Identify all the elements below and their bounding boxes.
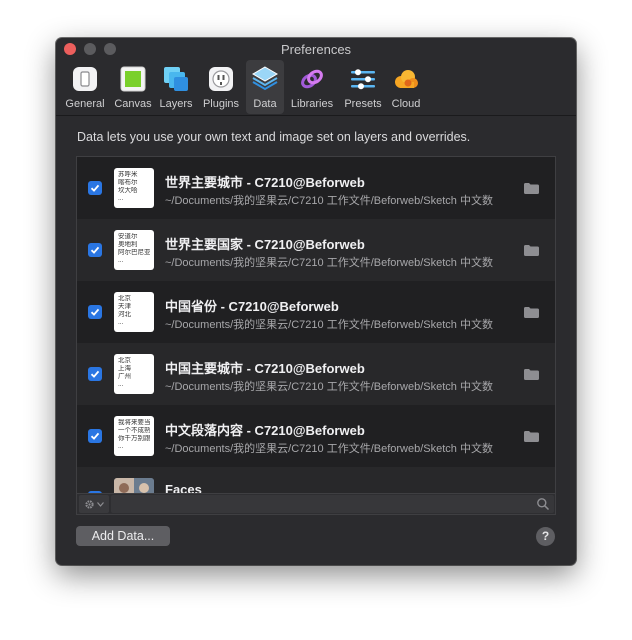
data-thumbnail: 苏呼米 喀布尔 坎大哈...: [114, 168, 154, 208]
canvas-icon: [118, 64, 148, 94]
tab-layers[interactable]: Layers: [156, 60, 196, 114]
libraries-icon: [297, 64, 327, 94]
gear-menu-button[interactable]: [79, 495, 109, 513]
checkmark-icon: [90, 308, 100, 316]
data-source-title: 世界主要国家 - C7210@Beforweb: [165, 237, 365, 252]
enabled-checkbox[interactable]: [88, 243, 102, 257]
tab-presets[interactable]: Presets: [340, 60, 386, 114]
data-source-title: 中文段落内容 - C7210@Beforweb: [165, 423, 365, 438]
data-source-row[interactable]: 我将来要当 一个不成熟 你千万别跟... 中文段落内容 - C7210@Beforw…: [77, 405, 555, 467]
data-source-title: 世界主要城市 - C7210@Beforweb: [165, 175, 365, 190]
data-source-path: ~/Documents/我的坚果云/C7210 工作文件/Beforweb/Sk…: [165, 257, 493, 269]
tab-libraries[interactable]: Libraries: [286, 60, 338, 114]
data-source-path: ~/Documents/我的坚果云/C7210 工作文件/Beforweb/Sk…: [165, 381, 493, 393]
checkmark-icon: [90, 184, 100, 192]
title-bar: Preferences: [56, 38, 576, 58]
data-source-title: 中国省份 - C7210@Beforweb: [165, 299, 339, 314]
data-description: Data lets you use your own text and imag…: [77, 130, 471, 144]
data-source-title: 中国主要城市 - C7210@Beforweb: [165, 361, 365, 376]
add-data-button[interactable]: Add Data...: [76, 526, 170, 546]
search-icon: [537, 498, 550, 511]
tab-canvas[interactable]: Canvas: [110, 60, 156, 114]
folder-icon[interactable]: [524, 245, 539, 256]
tab-data[interactable]: Data: [246, 60, 284, 114]
general-icon: [70, 64, 100, 94]
cloud-icon: [391, 64, 421, 94]
enabled-checkbox[interactable]: [88, 429, 102, 443]
tab-label: Plugins: [202, 98, 240, 110]
layers-icon: [161, 64, 191, 94]
tab-cloud[interactable]: Cloud: [386, 60, 426, 114]
gear-icon: [85, 499, 94, 509]
tab-plugins[interactable]: Plugins: [196, 60, 246, 114]
data-source-row[interactable]: 安道尔 奥地利 阿尔巴尼亚... 世界主要国家 - C7210@Beforweb ~…: [77, 219, 555, 281]
search-field[interactable]: [111, 495, 554, 513]
enabled-checkbox[interactable]: [88, 305, 102, 319]
tab-label: Libraries: [290, 98, 334, 110]
window-title: Preferences: [280, 42, 352, 57]
data-source-path: ~/Documents/我的坚果云/C7210 工作文件/Beforweb/Sk…: [165, 195, 493, 207]
checkmark-icon: [90, 246, 100, 254]
checkmark-icon: [90, 370, 100, 378]
tab-label: Presets: [344, 98, 382, 110]
data-thumbnail: 北京 上海 广州...: [114, 354, 154, 394]
presets-icon: [348, 64, 378, 94]
data-source-row[interactable]: 北京 天津 河北... 中国省份 - C7210@Beforweb ~/Docume…: [77, 281, 555, 343]
enabled-checkbox[interactable]: [88, 181, 102, 195]
data-source-path: ~/Documents/我的坚果云/C7210 工作文件/Beforweb/Sk…: [165, 443, 493, 455]
chevron-down-icon: [97, 501, 104, 507]
data-thumbnail: 我将来要当 一个不成熟 你千万别跟...: [114, 416, 154, 456]
enabled-checkbox[interactable]: [88, 367, 102, 381]
data-source-row[interactable]: 苏呼米 喀布尔 坎大哈... 世界主要城市 - C7210@Beforweb ~/D…: [77, 157, 555, 219]
folder-icon[interactable]: [524, 431, 539, 442]
data-thumbnail: 安道尔 奥地利 阿尔巴尼亚...: [114, 230, 154, 270]
folder-icon[interactable]: [524, 183, 539, 194]
plugins-icon: [206, 64, 236, 94]
tab-label: Cloud: [391, 98, 421, 110]
data-source-path: ~/Documents/我的坚果云/C7210 工作文件/Beforweb/Sk…: [165, 319, 493, 331]
tab-general[interactable]: General: [60, 60, 110, 114]
tab-label: Layers: [159, 98, 193, 110]
folder-icon[interactable]: [524, 369, 539, 380]
tab-label: Data: [253, 98, 277, 110]
help-button[interactable]: ?: [536, 527, 555, 546]
data-sources-list[interactable]: 苏呼米 喀布尔 坎大哈... 世界主要城市 - C7210@Beforweb ~/D…: [76, 156, 556, 514]
tab-label: General: [65, 98, 105, 110]
data-source-row[interactable]: 北京 上海 广州... 中国主要城市 - C7210@Beforweb ~/Docu…: [77, 343, 555, 405]
data-thumbnail: 北京 天津 河北...: [114, 292, 154, 332]
preferences-window: Preferences General Canvas Layers Plugin…: [56, 38, 576, 565]
data-icon: [250, 64, 280, 94]
list-footer: [76, 493, 556, 515]
folder-icon[interactable]: [524, 307, 539, 318]
preferences-toolbar: General Canvas Layers Plugins Data Libra…: [56, 60, 576, 116]
tab-label: Canvas: [114, 98, 152, 110]
checkmark-icon: [90, 432, 100, 440]
